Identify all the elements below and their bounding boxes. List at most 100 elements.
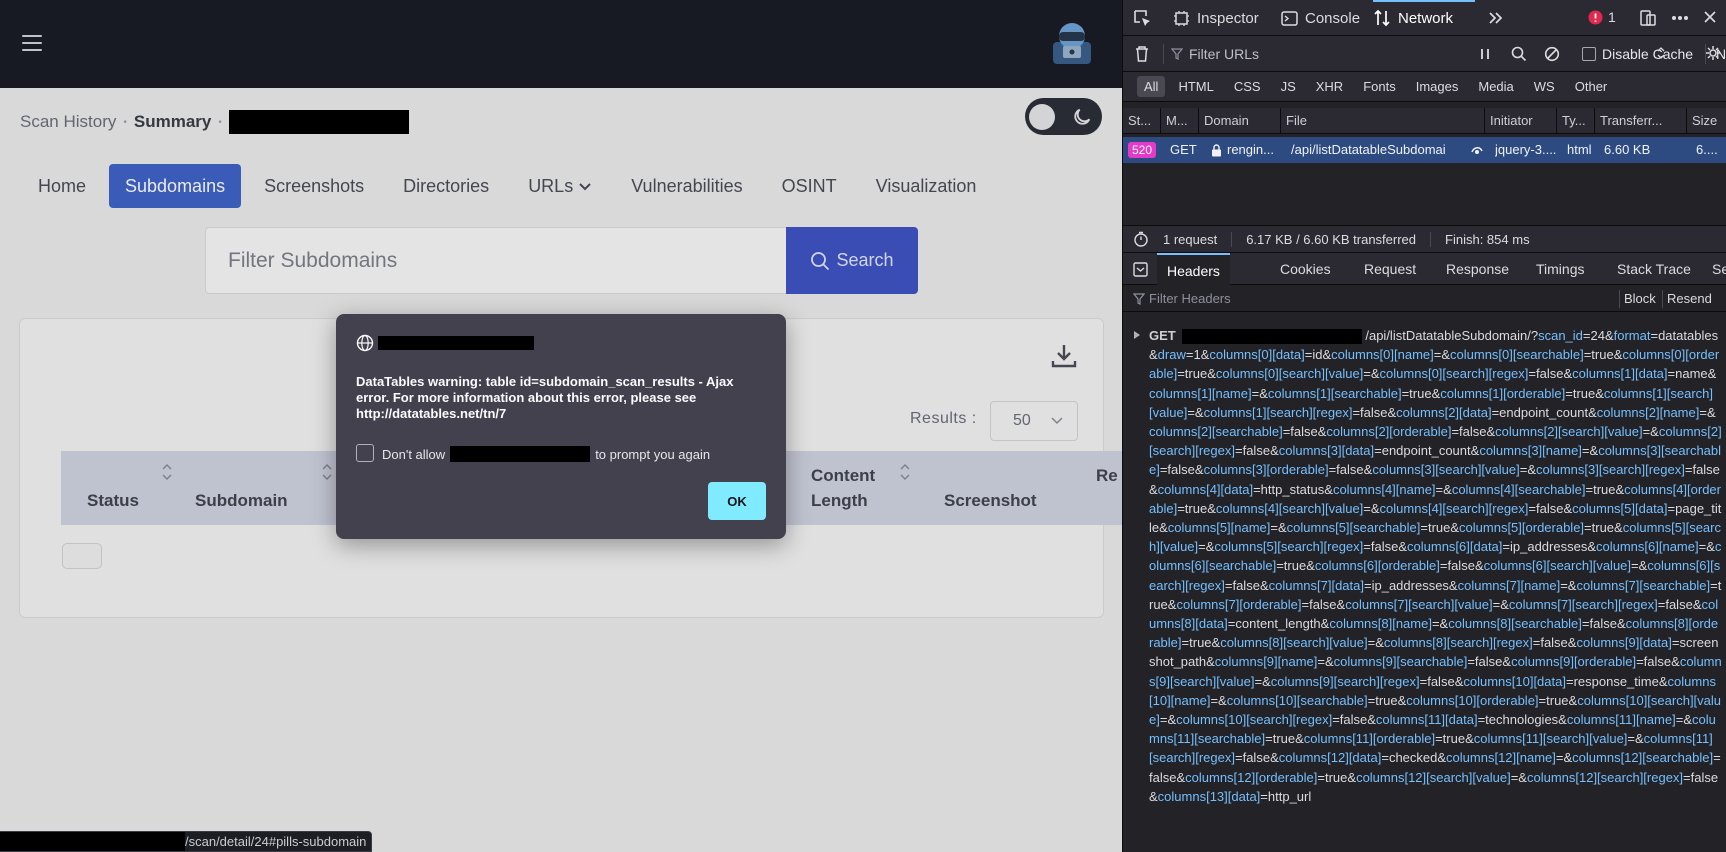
url-param-key: columns[4][search][value] xyxy=(1215,500,1364,516)
url-param-key: columns[13][data] xyxy=(1157,788,1261,804)
url-param-key: columns[7][searchable] xyxy=(1576,577,1711,593)
filter-ws[interactable]: WS xyxy=(1527,76,1562,97)
filter-js[interactable]: JS xyxy=(1274,76,1303,97)
tab-response[interactable]: Response xyxy=(1446,253,1509,285)
filter-headers-bar: Filter Headers Block Resend xyxy=(1123,286,1726,312)
devtools-toolbar: Inspector Console Network 1 xyxy=(1123,0,1726,36)
more-tabs-icon[interactable] xyxy=(1488,11,1504,25)
request-row[interactable]: 520 GET rengin... /api/listDatatableSubd… xyxy=(1123,137,1726,163)
filter-icon xyxy=(1171,48,1183,60)
col-file[interactable]: File xyxy=(1281,108,1485,134)
filter-headers-input[interactable]: Filter Headers xyxy=(1149,291,1231,306)
col-type[interactable]: Ty... xyxy=(1557,108,1595,134)
block-button[interactable]: Block xyxy=(1624,291,1656,306)
dont-allow-suffix: to prompt you again xyxy=(595,446,711,462)
url-param-key: columns[6][data] xyxy=(1407,539,1503,555)
ok-button[interactable]: OK xyxy=(708,482,766,520)
tab-inspector[interactable]: Inspector xyxy=(1173,0,1259,36)
url-param-key: columns[6][orderable] xyxy=(1314,558,1440,574)
url-param-key: columns[6][name] xyxy=(1596,539,1699,555)
filter-urls-input[interactable]: Filter URLs xyxy=(1171,41,1459,67)
url-param-key: columns[0][search][value] xyxy=(1215,366,1364,382)
url-param-key: columns[0][data] xyxy=(1209,347,1305,363)
filter-images[interactable]: Images xyxy=(1409,76,1466,97)
toolbar-divider xyxy=(1662,290,1663,308)
url-param-key: columns[11][data] xyxy=(1375,712,1478,728)
tab-console[interactable]: Console xyxy=(1281,0,1360,36)
tab-network-label: Network xyxy=(1398,9,1454,27)
url-param-key: columns[4][search][regex] xyxy=(1379,500,1529,516)
disable-cache-checkbox[interactable] xyxy=(1582,47,1596,61)
dont-allow-checkbox[interactable] xyxy=(356,444,374,462)
url-param-key: columns[9][name] xyxy=(1214,654,1318,670)
col-status[interactable]: St... xyxy=(1123,108,1161,134)
url-param-key: columns[9][search][regex] xyxy=(1270,673,1420,689)
tab-headers[interactable]: Headers xyxy=(1157,253,1230,285)
lock-icon xyxy=(1212,143,1221,156)
alert-dialog: DataTables warning: table id=subdomain_s… xyxy=(336,314,786,539)
network-arrows-icon xyxy=(1374,9,1390,27)
pause-icon[interactable] xyxy=(1479,47,1491,61)
more-options-icon[interactable] xyxy=(1671,15,1689,21)
url-param-key: columns[5][searchable] xyxy=(1286,520,1421,536)
status-url: /scan/detail/24#pills-subdomain xyxy=(185,834,367,849)
col-initiator[interactable]: Initiator xyxy=(1485,108,1557,134)
url-param-key: columns[2][search][value] xyxy=(1495,424,1643,440)
url-param-key: columns[3][search][regex] xyxy=(1536,462,1685,478)
url-param-key: columns[4][name] xyxy=(1332,481,1436,497)
request-table-header: St... M... Domain File Initiator Ty... T… xyxy=(1123,108,1726,134)
error-icon[interactable] xyxy=(1588,10,1603,25)
disable-cache-toggle[interactable]: Disable Cache xyxy=(1582,46,1693,62)
request-method: GET xyxy=(1170,142,1197,157)
filter-css[interactable]: CSS xyxy=(1227,76,1268,97)
url-param-key: columns[8][name] xyxy=(1329,616,1432,632)
filter-html[interactable]: HTML xyxy=(1171,76,1220,97)
request-url-path: /api/listDatatableSubdomain/? xyxy=(1365,328,1539,343)
url-param-key: columns[5][data] xyxy=(1572,500,1668,516)
dont-allow-label: Don't allow to prompt you again xyxy=(382,446,710,462)
url-param-key: columns[0][name] xyxy=(1331,347,1434,363)
expand-arrow-icon[interactable] xyxy=(1133,330,1141,340)
filter-other[interactable]: Other xyxy=(1568,76,1615,97)
devtools-panel: Inspector Console Network 1 Filter URLs … xyxy=(1122,0,1726,852)
web-app: Scan History • Summary • Home Subdomains… xyxy=(0,0,1122,852)
url-param-key: columns[3][orderable] xyxy=(1203,462,1329,478)
element-picker-icon[interactable] xyxy=(1132,8,1152,28)
url-param-key: columns[3][search][value] xyxy=(1372,462,1520,478)
globe-icon xyxy=(356,334,374,352)
tab-cookies[interactable]: Cookies xyxy=(1280,253,1331,285)
link-status-bar: /scan/detail/24#pills-subdomain xyxy=(0,831,373,852)
filter-xhr[interactable]: XHR xyxy=(1309,76,1350,97)
block-icon[interactable] xyxy=(1544,46,1560,62)
request-url[interactable]: GET /api/listDatatableSubdomain/?scan_id… xyxy=(1149,326,1722,806)
resend-button[interactable]: Resend xyxy=(1667,291,1712,306)
tab-stack-trace[interactable]: Stack Trace xyxy=(1617,253,1691,285)
col-size[interactable]: Size xyxy=(1687,108,1726,134)
trash-icon[interactable] xyxy=(1134,45,1150,63)
filter-media[interactable]: Media xyxy=(1471,76,1520,97)
settings-gear-icon[interactable] xyxy=(1705,45,1721,61)
url-param-key: columns[2][orderable] xyxy=(1326,424,1452,440)
tab-security[interactable]: Se xyxy=(1712,253,1726,285)
tab-timings[interactable]: Timings xyxy=(1536,253,1585,285)
url-param-key: columns[5][search][regex] xyxy=(1214,539,1364,555)
filter-all[interactable]: All xyxy=(1137,76,1166,97)
filter-fonts[interactable]: Fonts xyxy=(1356,76,1403,97)
network-summary: 1 request 6.17 KB / 6.60 KB transferred … xyxy=(1123,225,1726,253)
filter-icon xyxy=(1133,293,1145,305)
request-transferred: 6.60 KB xyxy=(1604,142,1651,157)
search-icon[interactable] xyxy=(1511,46,1527,62)
tab-request[interactable]: Request xyxy=(1364,253,1416,285)
responsive-design-icon[interactable] xyxy=(1639,9,1657,27)
tab-network[interactable]: Network xyxy=(1373,0,1453,36)
col-transferred[interactable]: Transferr... xyxy=(1595,108,1687,134)
url-param-key: columns[0][searchable] xyxy=(1450,347,1584,363)
url-param-key: columns[6][search][value] xyxy=(1483,558,1632,574)
toggle-sidebar-icon[interactable] xyxy=(1133,262,1148,277)
col-domain[interactable]: Domain xyxy=(1199,108,1281,134)
dialog-message: DataTables warning: table id=subdomain_s… xyxy=(356,374,734,421)
redacted-origin xyxy=(450,446,591,462)
request-domain-text: rengin... xyxy=(1227,142,1274,157)
close-icon[interactable] xyxy=(1703,10,1717,24)
col-method[interactable]: M... xyxy=(1161,108,1199,134)
